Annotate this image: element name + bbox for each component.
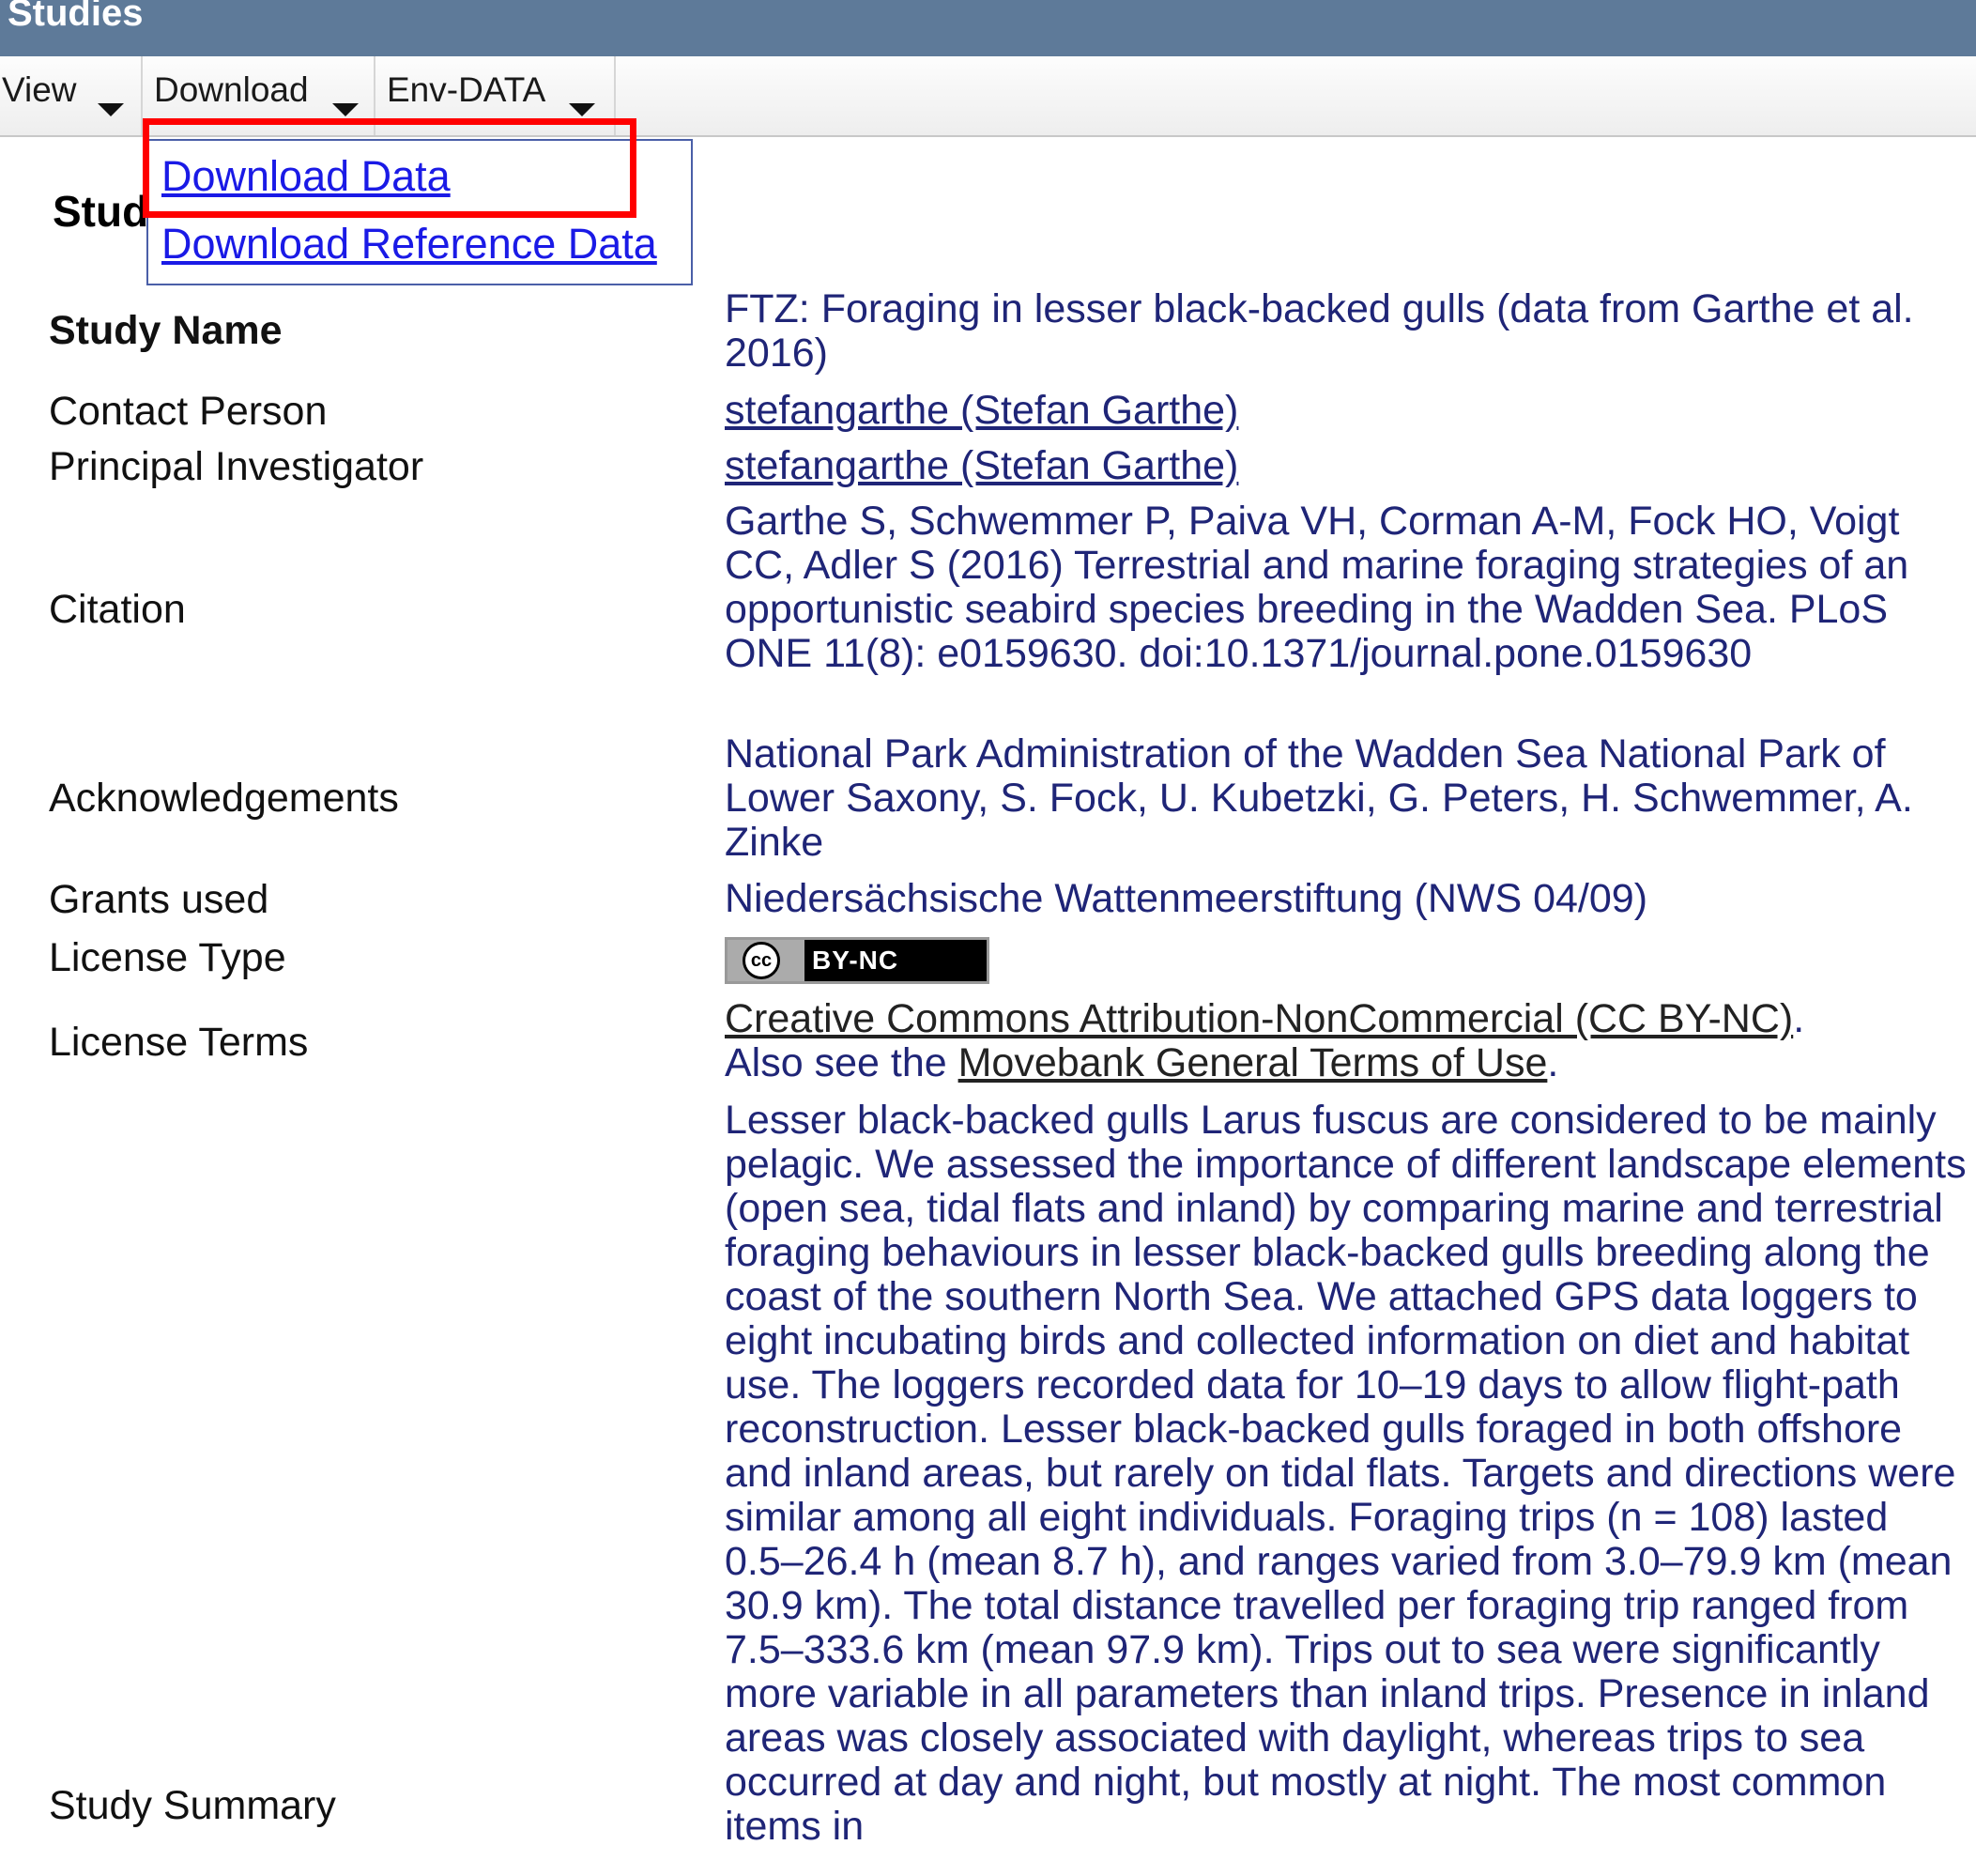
cc-icon-background: cc	[728, 940, 804, 981]
contact-person-label: Contact Person	[49, 389, 328, 434]
menu-view-label: View	[2, 70, 77, 109]
acknowledgements-label: Acknowledgements	[49, 776, 399, 821]
contact-person-value: stefangarthe (Stefan Garthe)	[725, 389, 1976, 433]
study-name-label: Study Name	[49, 308, 283, 353]
download-data-link[interactable]: Download Data	[161, 152, 451, 201]
license-terms-line-2: Also see the Movebank General Terms of U…	[725, 1041, 1976, 1085]
license-type-label: License Type	[49, 935, 286, 980]
window-title-bar: Studies	[0, 0, 1976, 56]
license-badge: cc BY-NC	[725, 937, 989, 984]
license-terms-sep: .	[1793, 996, 1805, 1041]
menu-download[interactable]: Download	[141, 56, 375, 135]
acknowledgements-value: National Park Administration of the Wadd…	[725, 731, 1913, 865]
license-terms-value: Creative Commons Attribution-NonCommerci…	[725, 997, 1976, 1085]
menu-env-data[interactable]: Env-DATA	[374, 56, 616, 135]
study-summary-value: Lesser black-backed gulls Larus fuscus a…	[725, 1098, 1967, 1849]
download-dropdown-menu: Download Data Download Reference Data	[146, 139, 693, 285]
contact-person-link[interactable]: stefangarthe (Stefan Garthe)	[725, 388, 1238, 433]
menu-view[interactable]: View	[0, 56, 143, 135]
license-terms-label: License Terms	[49, 1020, 309, 1065]
citation-value: Garthe S, Schwemmer P, Paiva VH, Corman …	[725, 499, 1909, 676]
license-terms-also: Also see the	[725, 1040, 958, 1085]
grants-label: Grants used	[49, 877, 269, 922]
grants-value: Niedersächsische Wattenmeerstiftung (NWS…	[725, 876, 1648, 921]
chevron-down-icon	[569, 103, 595, 116]
menu-env-data-label: Env-DATA	[387, 70, 546, 109]
license-terms-end: .	[1547, 1040, 1559, 1085]
license-terms-line-1: Creative Commons Attribution-NonCommerci…	[725, 997, 1976, 1041]
chevron-down-icon	[332, 103, 359, 116]
study-summary-label: Study Summary	[49, 1783, 336, 1828]
menu-download-label: Download	[154, 70, 309, 109]
principal-investigator-label: Principal Investigator	[49, 444, 424, 489]
movebank-terms-link[interactable]: Movebank General Terms of Use	[958, 1040, 1548, 1085]
studies-page: Studies View Download Env-DATA Study Dow…	[0, 0, 1976, 1876]
menu-bar: View Download Env-DATA	[0, 56, 1976, 137]
chevron-down-icon	[98, 103, 124, 116]
principal-investigator-link[interactable]: stefangarthe (Stefan Garthe)	[725, 443, 1238, 488]
download-reference-data-link[interactable]: Download Reference Data	[161, 220, 657, 269]
window-title: Studies	[8, 0, 144, 34]
principal-investigator-value: stefangarthe (Stefan Garthe)	[725, 444, 1976, 488]
license-badge-text: BY-NC	[812, 946, 899, 975]
citation-label: Citation	[49, 587, 186, 632]
cc-by-nc-link[interactable]: Creative Commons Attribution-NonCommerci…	[725, 996, 1793, 1041]
study-name-value: FTZ: Foraging in lesser black-backed gul…	[725, 286, 1914, 376]
cc-icon: cc	[743, 942, 780, 979]
